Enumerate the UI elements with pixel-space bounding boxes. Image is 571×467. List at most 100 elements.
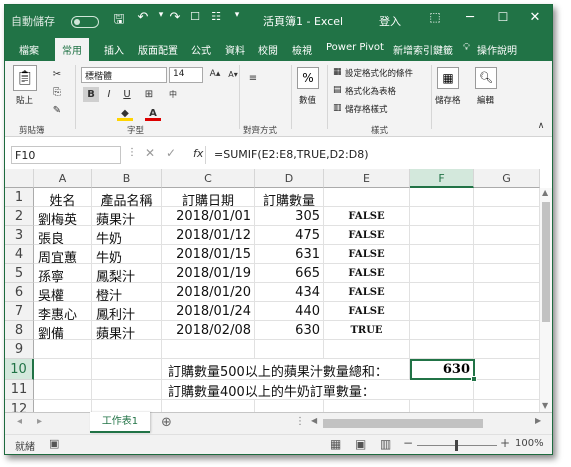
vertical-scrollbar[interactable]: ▲ ▼	[539, 188, 552, 412]
cell-styles-button[interactable]: 儲存格樣式	[345, 103, 388, 115]
cell-d3[interactable]: 475	[255, 226, 324, 245]
cell-a8[interactable]: 劉備	[34, 321, 92, 342]
cell-g1[interactable]	[474, 188, 540, 207]
selected-cell-f10[interactable]: 630	[410, 359, 477, 382]
macro-record-icon[interactable]: ▣	[49, 437, 59, 450]
minimize-icon[interactable]: ─	[460, 10, 480, 25]
cell-g9[interactable]	[474, 340, 540, 359]
hscroll-right-icon[interactable]: ▶	[535, 416, 541, 425]
paste-label[interactable]: 貼上	[16, 94, 33, 106]
add-sheet-icon[interactable]: ⊕	[161, 415, 172, 430]
row-header-8[interactable]: 8	[5, 321, 34, 340]
cell-a9[interactable]	[34, 340, 92, 359]
next-sheet-icon[interactable]: ▸	[37, 416, 42, 427]
col-header-e[interactable]: E	[324, 169, 410, 188]
cell-d12[interactable]	[255, 400, 324, 412]
select-all-corner[interactable]	[5, 169, 34, 188]
signin-link[interactable]: 登入	[379, 13, 401, 29]
editing-label[interactable]: 編輯	[477, 94, 494, 106]
cell-g8[interactable]	[474, 321, 540, 340]
scroll-up-icon[interactable]: ▲	[542, 188, 548, 197]
tab-data[interactable]: 資料	[225, 42, 245, 57]
cell-d2[interactable]: 305	[255, 207, 324, 226]
paste-icon[interactable]: 📋︎	[13, 65, 37, 91]
cell-e3[interactable]: FALSE	[324, 226, 410, 245]
open-file-icon[interactable]: ☷	[206, 10, 226, 23]
cell-b10[interactable]	[92, 359, 162, 380]
zoom-out-icon[interactable]: −	[403, 436, 413, 450]
row-header-2[interactable]: 2	[5, 207, 34, 226]
cell-d8[interactable]: 630	[255, 321, 324, 340]
conditional-format-button[interactable]: 設定格式化的條件	[345, 67, 413, 79]
cell-f11[interactable]	[410, 380, 474, 400]
col-header-a[interactable]: A	[34, 169, 92, 188]
bold-icon[interactable]: B	[83, 87, 99, 102]
customize-icon[interactable]: ▾	[227, 10, 247, 20]
page-layout-icon[interactable]: ▣	[355, 437, 366, 451]
row-header-7[interactable]: 7	[5, 302, 34, 321]
cell-f12[interactable]	[410, 400, 474, 412]
insert-function-icon[interactable]: fx	[193, 147, 203, 160]
cell-c8[interactable]: 2018/02/08	[162, 321, 255, 340]
cell-c12[interactable]	[162, 400, 255, 412]
autosave-toggle[interactable]	[71, 16, 99, 28]
cell-a4[interactable]: 周宜蕙	[34, 245, 92, 266]
number-label[interactable]: 數值	[299, 94, 316, 106]
row-header-1[interactable]: 1	[5, 188, 34, 207]
row-header-6[interactable]: 6	[5, 283, 34, 302]
cell-a1[interactable]: 姓名	[34, 188, 92, 209]
zoom-level[interactable]: 100%	[515, 438, 544, 449]
cell-a2[interactable]: 劉梅英	[34, 207, 92, 228]
tab-view[interactable]: 檢視	[292, 42, 312, 57]
new-file-icon[interactable]: ☐	[185, 10, 205, 23]
underline-icon[interactable]: U	[119, 87, 135, 102]
cell-c3[interactable]: 2018/01/12	[162, 226, 255, 245]
page-break-icon[interactable]: ▥	[380, 437, 391, 451]
cell-e12[interactable]	[324, 400, 410, 412]
collapse-ribbon-icon[interactable]: ∧	[533, 119, 549, 134]
cell-e2[interactable]: FALSE	[324, 207, 410, 226]
tab-home[interactable]: 常用	[55, 38, 89, 61]
cells-icon[interactable]: ▦	[437, 67, 459, 89]
cell-g6[interactable]	[474, 283, 540, 302]
row-header-10[interactable]: 10	[5, 359, 34, 380]
row-header-3[interactable]: 3	[5, 226, 34, 245]
cell-f4[interactable]	[410, 245, 474, 264]
cell-a11[interactable]	[34, 380, 92, 400]
cell-a10[interactable]	[34, 359, 92, 380]
hscroll-left-icon[interactable]: ◀	[311, 416, 317, 425]
row-header-11[interactable]: 11	[5, 380, 34, 400]
tab-new-keytips[interactable]: 新增索引鍵籤	[393, 42, 453, 57]
cell-g3[interactable]	[474, 226, 540, 245]
cell-b3[interactable]: 牛奶	[92, 226, 162, 247]
cell-f6[interactable]	[410, 283, 474, 302]
tab-review[interactable]: 校閱	[258, 42, 278, 57]
cell-c2[interactable]: 2018/01/01	[162, 207, 255, 226]
cell-f7[interactable]	[410, 302, 474, 321]
cell-d7[interactable]: 440	[255, 302, 324, 321]
percent-icon[interactable]: %	[297, 67, 319, 89]
copy-icon[interactable]: ⎘	[49, 85, 65, 100]
cell-g5[interactable]	[474, 264, 540, 283]
cells-label[interactable]: 儲存格	[435, 94, 461, 106]
tab-formulas[interactable]: 公式	[191, 42, 211, 57]
cell-b1[interactable]: 產品名稱	[92, 188, 162, 209]
cell-f1[interactable]	[410, 188, 474, 207]
cell-b11[interactable]	[92, 380, 162, 400]
col-header-g[interactable]: G	[474, 169, 540, 188]
cell-b5[interactable]: 鳳梨汁	[92, 264, 162, 285]
format-painter-icon[interactable]: ✎	[49, 103, 65, 118]
font-name-select[interactable]: 標楷體	[81, 67, 167, 83]
cell-e7[interactable]: FALSE	[324, 302, 410, 321]
maximize-icon[interactable]: ☐	[493, 10, 513, 24]
save-icon[interactable]: 🖫	[109, 10, 129, 32]
cell-e5[interactable]: FALSE	[324, 264, 410, 283]
redo-icon[interactable]: ↷	[165, 10, 185, 25]
cell-b4[interactable]: 牛奶	[92, 245, 162, 266]
italic-icon[interactable]: I	[101, 87, 117, 102]
cell-e6[interactable]: FALSE	[324, 283, 410, 302]
cell-g2[interactable]	[474, 207, 540, 226]
scroll-down-icon[interactable]: ▼	[542, 401, 548, 410]
phonetic-icon[interactable]: 中	[165, 87, 181, 102]
cell-a6[interactable]: 吳權	[34, 283, 92, 304]
